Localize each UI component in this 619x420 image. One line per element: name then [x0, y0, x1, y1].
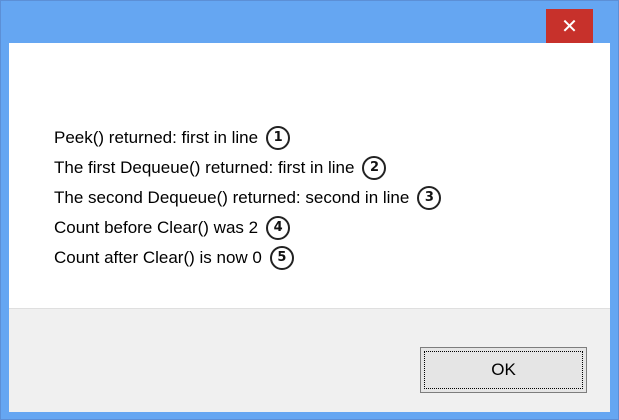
callout-number-4: 4: [266, 215, 291, 240]
callout-number-5: 5: [269, 245, 294, 270]
callout-number-3: 3: [417, 185, 442, 210]
message-box-window: ✕ Peek() returned: first in line 1 The fi…: [0, 0, 619, 420]
message-text: Peek() returned: first in line 1 The firs…: [54, 122, 442, 272]
message-line-1: Peek() returned: first in line 1: [54, 122, 441, 152]
message-line-text: Count after Clear() is now 0: [54, 247, 262, 267]
ok-button[interactable]: OK: [420, 347, 587, 393]
close-button[interactable]: ✕: [546, 9, 593, 43]
message-line-5: Count after Clear() is now 0 5: [54, 242, 441, 272]
message-line-text: Count before Clear() was 2: [54, 217, 259, 237]
message-line-text: The second Dequeue() returned: second in…: [54, 187, 410, 207]
message-line-4: Count before Clear() was 2 4: [54, 212, 441, 242]
message-line-text: Peek() returned: first in line: [54, 127, 259, 147]
callout-number-2: 2: [362, 155, 387, 180]
callout-number-1: 1: [266, 125, 291, 150]
message-line-3: The second Dequeue() returned: second in…: [54, 182, 442, 212]
message-line-2: The first Dequeue() returned: first in l…: [54, 152, 441, 182]
title-bar[interactable]: ✕: [1, 1, 618, 43]
message-line-text: The first Dequeue() returned: first in l…: [54, 157, 355, 177]
close-icon: ✕: [561, 14, 578, 38]
dialog-client-area: Peek() returned: first in line 1 The firs…: [9, 43, 610, 412]
button-bar: OK: [9, 308, 610, 412]
message-area: Peek() returned: first in line 1 The firs…: [9, 43, 610, 308]
